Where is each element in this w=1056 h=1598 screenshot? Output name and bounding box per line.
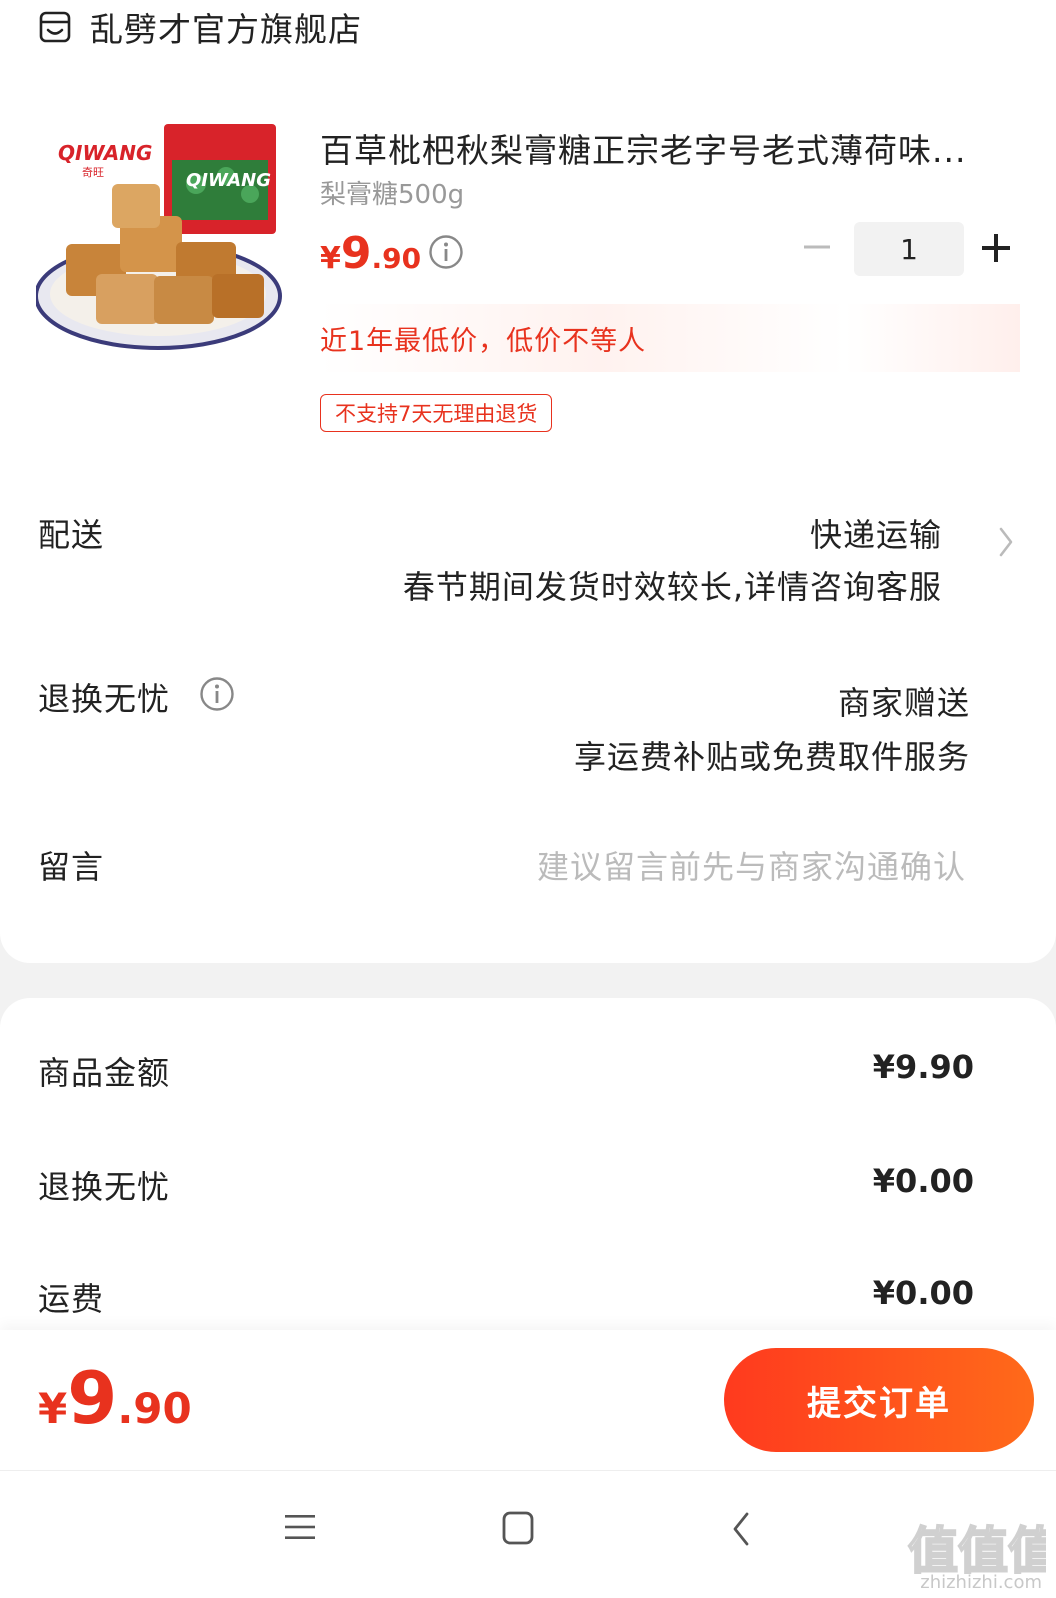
product-title[interactable]: 百草枇杷秋梨膏糖正宗老字号老式薄荷味... xyxy=(320,124,1010,172)
price-integer: 9 xyxy=(340,228,372,279)
svg-text:QIWANG: QIWANG xyxy=(58,141,152,165)
product-image[interactable]: QIWANG QIWANG 奇旺 xyxy=(36,124,288,356)
delivery-note: 春节期间发货时效较长,详情咨询客服 xyxy=(402,568,942,606)
message-input[interactable]: 建议留言前先与商家沟通确认 xyxy=(537,842,966,888)
submit-bar: ¥ 9 .90 提交订单 xyxy=(0,1330,1056,1470)
quantity-decrease-button[interactable] xyxy=(800,230,834,264)
lowest-price-banner: 近1年最低价，低价不等人 xyxy=(320,304,1020,372)
no-return-tag: 不支持7天无理由退货 xyxy=(320,394,553,432)
quantity-input[interactable]: 1 xyxy=(854,222,964,276)
worry-free-info-icon[interactable] xyxy=(199,676,235,712)
order-confirm-page: 乱劈才官方旗舰店 QIWANG QIWANG 奇旺 百草枇杷秋梨膏糖正宗老字号老… xyxy=(0,0,1056,1598)
system-navigation-bar xyxy=(0,1470,1056,1598)
shipping-fee-value: ¥0.00 xyxy=(872,1274,974,1312)
worry-free-note: 享运费补贴或免费取件服务 xyxy=(573,738,970,776)
svg-text:奇旺: 奇旺 xyxy=(82,166,104,179)
quantity-increase-button[interactable] xyxy=(980,232,1012,264)
promo-text: 近1年最低价，低价不等人 xyxy=(320,325,647,357)
product-spec[interactable]: 梨膏糖500g xyxy=(320,174,464,211)
shop-header[interactable]: 乱劈才官方旗舰店 xyxy=(38,4,362,50)
total-symbol: ¥ xyxy=(38,1384,68,1433)
delivery-label: 配送 xyxy=(38,516,105,554)
store-icon xyxy=(39,11,71,43)
goods-amount-label: 商品金额 xyxy=(38,1054,171,1092)
total-integer: 9 xyxy=(67,1356,118,1440)
goods-amount-value: ¥9.90 xyxy=(872,1048,974,1086)
price-symbol: ¥ xyxy=(320,241,341,276)
chevron-right-icon[interactable] xyxy=(996,524,1016,560)
menu-icon[interactable] xyxy=(284,1511,316,1543)
watermark-logo: 值值值 xyxy=(907,1521,1046,1578)
delivery-method[interactable]: 快递运输 xyxy=(810,510,942,556)
home-icon[interactable] xyxy=(502,1511,534,1545)
worry-free-value: 商家赠送 xyxy=(837,684,970,722)
worry-free-label: 退换无忧 xyxy=(38,680,171,718)
submit-order-button[interactable]: 提交订单 xyxy=(724,1348,1034,1452)
back-icon[interactable] xyxy=(730,1511,752,1547)
order-card: 乱劈才官方旗舰店 QIWANG QIWANG 奇旺 百草枇杷秋梨膏糖正宗老字号老… xyxy=(0,0,1056,963)
product-price: ¥ 9 .90 xyxy=(320,228,421,279)
svg-text:QIWANG: QIWANG xyxy=(186,170,271,191)
price-decimal: .90 xyxy=(371,242,422,275)
message-label: 留言 xyxy=(38,848,105,886)
svg-text:值值值: 值值值 xyxy=(908,1522,1046,1578)
total-price: ¥ 9 .90 xyxy=(38,1356,192,1440)
worry-free-fee-label: 退换无忧 xyxy=(38,1168,171,1206)
shipping-fee-label: 运费 xyxy=(38,1280,105,1318)
price-info-icon[interactable] xyxy=(428,234,464,270)
total-decimal: .90 xyxy=(117,1384,192,1433)
worry-free-fee-value: ¥0.00 xyxy=(872,1162,974,1200)
shop-name: 乱劈才官方旗舰店 xyxy=(90,10,362,49)
watermark-text: zhizhizhi.com xyxy=(920,1572,1042,1593)
